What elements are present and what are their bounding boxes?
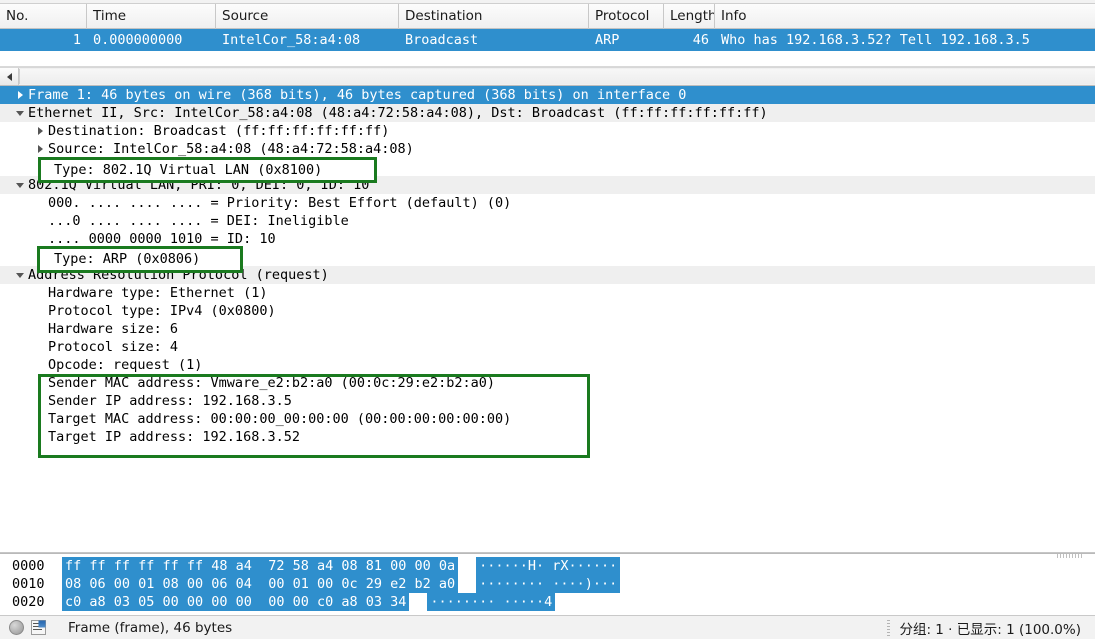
detail-tree-row[interactable]: Protocol type: IPv4 (0x0800) [0,302,1095,320]
detail-tree-label: Opcode: request (1) [48,357,203,373]
status-bar-left: Frame (frame), 46 bytes [0,620,232,636]
detail-tree-label: 000. .... .... .... = Priority: Best Eff… [48,195,512,211]
vlan-type-highlight-text: Type: 802.1Q Virtual LAN (0x8100) [54,162,323,178]
hex-dump-row[interactable]: 0020 c0 a8 03 05 00 00 00 00 00 00 c0 a8 … [0,593,1095,611]
hex-ascii-gap [458,575,476,593]
column-header-destination[interactable]: Destination [399,3,589,29]
tree-expand-triangle-icon[interactable] [14,266,26,284]
packet-cell-src: IntelCor_58:a4:08 [222,32,361,48]
column-header-no[interactable]: No. [0,3,87,29]
hex-dump-row[interactable]: 0000 ff ff ff ff ff ff 48 a4 72 58 a4 08 … [0,557,1095,575]
packet-list-row[interactable]: 1 0.000000000 IntelCor_58:a4:08 Broadcast AR… [0,29,1095,51]
detail-tree-label: Target IP address: 192.168.3.52 [48,429,300,445]
column-header-source[interactable]: Source [216,3,399,29]
detail-tree-row[interactable]: Hardware type: Ethernet (1) [0,284,1095,302]
detail-tree-row[interactable]: Sender MAC address: Vmware_e2:b2:a0 (00:… [0,374,1095,392]
packet-cell-dst: Broadcast [405,32,479,48]
packet-cell-proto: ARP [595,32,620,48]
status-bar: Frame (frame), 46 bytes 分组: 1 · 已显示: 1 (… [0,615,1095,639]
detail-tree-label: Protocol type: IPv4 (0x0800) [48,303,276,319]
detail-tree-label: Protocol size: 4 [48,339,179,355]
detail-tree-label: Sender MAC address: Vmware_e2:b2:a0 (00:… [48,375,496,391]
bytes-pane-tab-handle[interactable] [1057,554,1083,558]
detail-tree-row[interactable]: 000. .... .... .... = Priority: Best Eff… [0,194,1095,212]
detail-tree-label: Source: IntelCor_58:a4:08 (48:a4:72:58:a… [48,141,414,157]
arp-type-highlight-text: Type: ARP (0x0806) [54,251,201,267]
hex-dump-row[interactable]: 0010 08 06 00 01 08 00 06 04 00 01 00 0c … [0,575,1095,593]
detail-tree-label: Target MAC address: 00:00:00_00:00:00 (0… [48,411,512,427]
capture-comment-icon[interactable] [31,620,46,635]
hex-ascii: ········ ····)··· [476,575,621,593]
detail-tree-row[interactable]: ...0 .... .... .... = DEI: Ineligible [0,212,1095,230]
detail-tree-label: Ethernet II, Src: IntelCor_58:a4:08 (48:… [28,105,768,121]
column-header-time[interactable]: Time [87,3,216,29]
packet-cell-time: 0.000000000 [93,32,183,48]
wireshark-window: No. Time Source Destination Protocol Length In… [0,0,1095,639]
expert-info-indicator-icon[interactable] [9,620,24,635]
detail-tree-row[interactable]: Ethernet II, Src: IntelCor_58:a4:08 (48:… [0,104,1095,122]
packet-list-empty-area [0,51,1095,67]
hex-offset: 0000 [12,558,45,574]
column-header-length[interactable]: Length [664,3,715,29]
status-packet-counts: 分组: 1 · 已显示: 1 (100.0%) [899,621,1081,638]
hex-ascii: ······H· rX······ [476,557,621,575]
detail-tree-row[interactable]: Opcode: request (1) [0,356,1095,374]
tree-collapse-triangle-icon[interactable] [34,122,46,140]
packet-list-pane: No. Time Source Destination Protocol Length In… [0,3,1095,67]
column-header-protocol[interactable]: Protocol [589,3,664,29]
hex-dump-rows: 0000 ff ff ff ff ff ff 48 a4 72 58 a4 08 … [0,557,1095,611]
detail-tree-row[interactable]: Frame 1: 46 bytes on wire (368 bits), 46… [0,86,1095,104]
detail-tree-row[interactable]: Target IP address: 192.168.3.52 [0,428,1095,446]
detail-tree-row[interactable]: Hardware size: 6 [0,320,1095,338]
tree-expand-triangle-icon[interactable] [14,104,26,122]
packet-cell-info: Who has 192.168.3.52? Tell 192.168.3.5 [721,32,1030,48]
scroll-left-arrow-icon[interactable] [0,68,19,85]
hex-offset: 0020 [12,594,45,610]
packet-cell-num: 1 [72,32,81,48]
hex-bytes-selected: 08 06 00 01 08 00 06 04 00 01 00 0c 29 e… [62,575,459,593]
hex-bytes-selected: c0 a8 03 05 00 00 00 00 00 00 c0 a8 03 3… [62,593,410,611]
detail-tree-row[interactable]: Source: IntelCor_58:a4:08 (48:a4:72:58:a… [0,140,1095,158]
detail-tree-label: ...0 .... .... .... = DEI: Ineligible [48,213,349,229]
tree-collapse-triangle-icon[interactable] [14,86,26,104]
detail-tree-row[interactable]: Target MAC address: 00:00:00_00:00:00 (0… [0,410,1095,428]
detail-tree-label: Sender IP address: 192.168.3.5 [48,393,292,409]
scrollbar-trough[interactable] [19,69,1095,84]
status-field-info: Frame (frame), 46 bytes [68,619,233,636]
status-bar-grip [887,619,891,636]
detail-tree-row[interactable]: Protocol size: 4 [0,338,1095,356]
hex-offset: 0010 [12,576,45,592]
detail-tree-label: Destination: Broadcast (ff:ff:ff:ff:ff:f… [48,123,390,139]
detail-tree-label: Hardware size: 6 [48,321,179,337]
status-bar-right: 分组: 1 · 已显示: 1 (100.0%) [887,618,1095,638]
detail-tree-label: Hardware type: Ethernet (1) [48,285,268,301]
packet-bytes-pane[interactable]: 0000 ff ff ff ff ff ff 48 a4 72 58 a4 08 … [0,553,1095,615]
tree-collapse-triangle-icon[interactable] [34,140,46,158]
detail-tree-row[interactable]: Sender IP address: 192.168.3.5 [0,392,1095,410]
hex-ascii-gap [458,557,476,575]
detail-tree-row[interactable]: Destination: Broadcast (ff:ff:ff:ff:ff:f… [0,122,1095,140]
tree-expand-triangle-icon[interactable] [14,176,26,194]
hex-ascii-gap [409,593,427,611]
hex-bytes-selected: ff ff ff ff ff ff 48 a4 72 58 a4 08 81 0… [62,557,459,575]
packet-list-horizontal-scrollbar[interactable] [0,67,1095,86]
hex-ascii: ········ ·····4 [427,593,556,611]
packet-list-rows: 1 0.000000000 IntelCor_58:a4:08 Broadcast AR… [0,29,1095,51]
packet-cell-len: 46 [692,32,709,48]
detail-tree-label: Frame 1: 46 bytes on wire (368 bits), 46… [28,87,687,103]
column-header-info[interactable]: Info [715,4,1095,29]
packet-list-column-header: No. Time Source Destination Protocol Length In… [0,3,1095,29]
